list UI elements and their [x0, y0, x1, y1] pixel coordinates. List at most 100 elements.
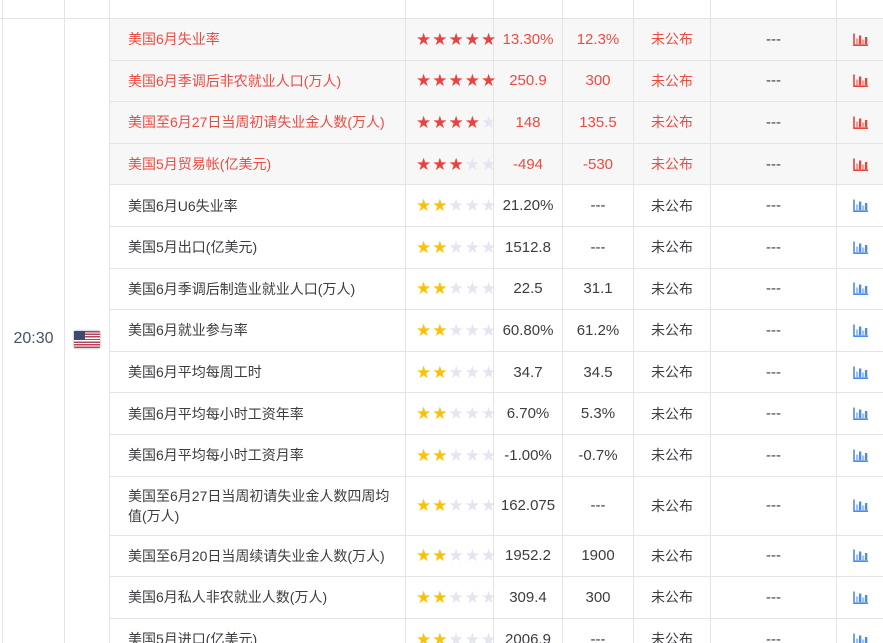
forecast-value: -530 — [563, 143, 634, 185]
star-empty-icon: ★ — [448, 496, 465, 516]
published-value: 未公布 — [634, 268, 711, 310]
bar-chart-icon[interactable] — [852, 73, 869, 88]
star-empty-icon: ★ — [464, 362, 481, 382]
indicator-row[interactable]: 美国6月私人非农就业人数(万人) ★ ★ ★ ★ ★ 309.4 300 未公布 --- — [110, 577, 883, 619]
bar-chart-icon[interactable] — [852, 406, 869, 421]
indicator-row[interactable]: 美国6月平均每周工时 ★ ★ ★ ★ ★ 34.7 34.5 未公布 --- — [110, 351, 883, 394]
chart-cell — [837, 227, 883, 268]
indicator-row[interactable]: 美国6月失业率 ★ ★ ★ ★ ★ 13.30% 12.3% 未公布 --- — [110, 19, 883, 61]
forecast-value: --- — [563, 476, 634, 535]
star-filled-icon: ★ — [432, 546, 449, 566]
star-empty-icon: ★ — [464, 196, 481, 216]
bar-chart-icon[interactable] — [852, 448, 869, 463]
bar-chart-icon[interactable] — [852, 240, 869, 255]
importance-stars: ★ ★ ★ ★ ★ — [406, 310, 496, 351]
impact-value: --- — [711, 268, 837, 310]
importance-stars: ★ ★ ★ ★ ★ — [406, 60, 496, 102]
bar-chart-icon[interactable] — [852, 198, 869, 213]
impact-value: --- — [711, 19, 837, 60]
star-filled-icon: ★ — [432, 445, 449, 465]
chart-cell — [837, 393, 883, 434]
indicator-row[interactable]: 美国5月进口(亿美元) ★ ★ ★ ★ ★ 2006.9 --- 未公布 --- — [110, 618, 883, 643]
star-empty-icon: ★ — [448, 279, 465, 299]
star-filled-icon: ★ — [432, 112, 449, 132]
published-value: 未公布 — [634, 351, 711, 393]
importance-stars: ★ ★ ★ ★ ★ — [406, 268, 496, 310]
indicator-row[interactable]: 美国6月平均每小时工资年率 ★ ★ ★ ★ ★ 6.70% 5.3% 未公布 --- — [110, 393, 883, 435]
impact-value: --- — [711, 310, 837, 351]
published-value: 未公布 — [634, 60, 711, 102]
star-filled-icon: ★ — [432, 196, 449, 216]
importance-stars: ★ ★ ★ ★ ★ — [406, 226, 496, 268]
star-filled-icon: ★ — [432, 279, 449, 299]
star-filled-icon: ★ — [464, 112, 481, 132]
star-empty-icon: ★ — [464, 496, 481, 516]
published-value: 未公布 — [634, 19, 711, 60]
indicator-row[interactable]: 美国至6月27日当周初请失业金人数四周均值(万人) ★ ★ ★ ★ ★ 162.075 … — [110, 476, 883, 536]
chart-cell — [837, 536, 883, 577]
bar-chart-icon[interactable] — [852, 32, 869, 47]
indicator-name: 美国6月U6失业率 — [110, 185, 406, 226]
star-empty-icon: ★ — [464, 546, 481, 566]
impact-value: --- — [711, 351, 837, 393]
previous-value: 34.7 — [494, 351, 563, 393]
chart-cell — [837, 102, 883, 143]
chart-cell — [837, 577, 883, 618]
star-filled-icon: ★ — [432, 71, 449, 91]
indicator-rows: 美国6月失业率 ★ ★ ★ ★ ★ 13.30% 12.3% 未公布 --- 美国6月季… — [110, 19, 883, 643]
star-filled-icon: ★ — [448, 71, 465, 91]
impact-value: --- — [711, 535, 837, 577]
indicator-row[interactable]: 美国至6月27日当周初请失业金人数(万人) ★ ★ ★ ★ ★ 148 135.5 未公… — [110, 102, 883, 144]
published-value: 未公布 — [634, 185, 711, 226]
chart-cell — [837, 19, 883, 60]
previous-value: -1.00% — [494, 434, 563, 476]
previous-value: 309.4 — [494, 577, 563, 618]
star-empty-icon: ★ — [448, 587, 465, 607]
indicator-row[interactable]: 美国6月季调后制造业就业人口(万人) ★ ★ ★ ★ ★ 22.5 31.1 未公布 -… — [110, 268, 883, 311]
bar-chart-icon[interactable] — [852, 157, 869, 172]
indicator-row[interactable]: 美国6月季调后非农就业人口(万人) ★ ★ ★ ★ ★ 250.9 300 未公布 --… — [110, 60, 883, 103]
bar-chart-icon[interactable] — [852, 281, 869, 296]
impact-value: --- — [711, 185, 837, 226]
star-empty-icon: ★ — [448, 237, 465, 257]
indicator-row[interactable]: 美国5月贸易帐(亿美元) ★ ★ ★ ★ ★ -494 -530 未公布 --- — [110, 143, 883, 186]
forecast-value: 135.5 — [563, 102, 634, 143]
star-empty-icon: ★ — [464, 445, 481, 465]
bar-chart-icon[interactable] — [852, 115, 869, 130]
published-value: 未公布 — [634, 102, 711, 143]
published-value: 未公布 — [634, 393, 711, 434]
star-empty-icon: ★ — [464, 320, 481, 340]
star-filled-icon: ★ — [432, 154, 449, 174]
bar-chart-icon[interactable] — [852, 632, 869, 643]
indicator-row[interactable]: 美国6月就业参与率 ★ ★ ★ ★ ★ 60.80% 61.2% 未公布 --- — [110, 310, 883, 352]
indicator-row[interactable]: 美国5月出口(亿美元) ★ ★ ★ ★ ★ 1512.8 --- 未公布 --- — [110, 226, 883, 269]
indicator-name: 美国5月进口(亿美元) — [110, 618, 406, 643]
bar-chart-icon[interactable] — [852, 548, 869, 563]
chart-cell — [837, 61, 883, 102]
star-filled-icon: ★ — [416, 362, 433, 382]
star-filled-icon: ★ — [416, 71, 433, 91]
star-filled-icon: ★ — [416, 237, 433, 257]
impact-value: --- — [711, 618, 837, 643]
bar-chart-icon[interactable] — [852, 365, 869, 380]
star-empty-icon: ★ — [464, 154, 481, 174]
impact-value: --- — [711, 226, 837, 268]
forecast-value: --- — [563, 185, 634, 226]
indicator-row[interactable]: 美国6月U6失业率 ★ ★ ★ ★ ★ 21.20% --- 未公布 --- — [110, 185, 883, 227]
importance-stars: ★ ★ ★ ★ ★ — [406, 351, 496, 393]
impact-value: --- — [711, 60, 837, 102]
previous-group-partial-row — [0, 0, 883, 19]
indicator-row[interactable]: 美国6月平均每小时工资月率 ★ ★ ★ ★ ★ -1.00% -0.7% 未公布 --- — [110, 434, 883, 477]
star-filled-icon: ★ — [432, 362, 449, 382]
published-value: 未公布 — [634, 577, 711, 618]
bar-chart-icon[interactable] — [852, 323, 869, 338]
published-value: 未公布 — [634, 226, 711, 268]
previous-value: -494 — [494, 143, 563, 185]
bar-chart-icon[interactable] — [852, 590, 869, 605]
bar-chart-icon[interactable] — [852, 498, 869, 513]
forecast-value: 5.3% — [563, 393, 634, 434]
indicator-row[interactable]: 美国至6月20日当周续请失业金人数(万人) ★ ★ ★ ★ ★ 1952.2 1900 … — [110, 535, 883, 578]
forecast-value: 12.3% — [563, 19, 634, 60]
calendar-time-group: 20:30 美国6月失业率 ★ ★ ★ ★ ★ 13.30% 12.3% 未公布 ---… — [0, 19, 883, 643]
star-filled-icon: ★ — [416, 496, 433, 516]
